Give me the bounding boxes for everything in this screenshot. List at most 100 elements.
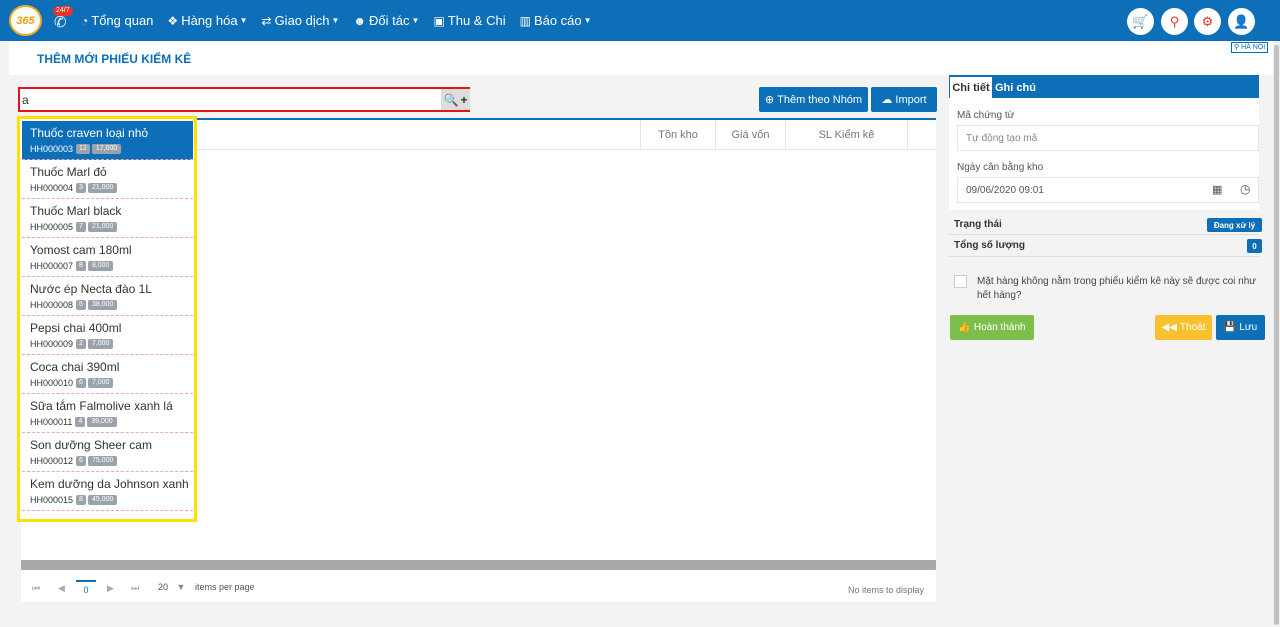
users-icon: ☻: [353, 13, 367, 28]
last-page-icon[interactable]: ⏭: [131, 583, 139, 594]
complete-label: Hoàn thành: [973, 322, 1026, 333]
location-button[interactable]: ⚲: [1161, 8, 1188, 35]
product-name: Son dưỡng Sheer cam: [30, 438, 152, 452]
nav-giao-dich[interactable]: ⇄ Giao dịch ▼: [262, 13, 340, 28]
date-label: Ngày cân bằng kho: [957, 162, 1044, 173]
nav-label: Hàng hóa: [181, 13, 238, 28]
nav-bao-cao[interactable]: ▥ Báo cáo ▼: [520, 13, 592, 28]
product-name: Nước ép Necta đào 1L: [30, 282, 152, 296]
suggestion-item[interactable]: Thuốc Marl đỏ HH000004 3 21,000: [22, 160, 193, 199]
settings-button[interactable]: ⚙: [1194, 8, 1221, 35]
caret-down-icon: ▼: [331, 16, 340, 25]
product-name: Yomost cam 180ml: [30, 243, 132, 257]
items-per-page-label: items per page: [195, 582, 255, 592]
location-icon: ⚲: [1169, 13, 1180, 29]
nav-thu-chi[interactable]: ▣ Thu & Chi: [433, 13, 505, 28]
tab-chi-tiet[interactable]: Chi tiết: [950, 77, 992, 98]
horizontal-scrollbar[interactable]: [21, 560, 936, 570]
floppy-icon: 💾: [1223, 322, 1237, 333]
nav-label: Tổng quan: [91, 13, 154, 28]
product-search-input[interactable]: [22, 91, 440, 108]
add-group-label: Thêm theo Nhóm: [777, 93, 863, 106]
stock-badge: 2: [76, 339, 86, 349]
product-code: HH000008: [30, 300, 74, 310]
suggestion-item[interactable]: Yomost cam 180ml HH000007 8 8,000: [22, 238, 193, 277]
suggestion-item[interactable]: Pepsi chai 400ml HH000009 2 7,000: [22, 316, 193, 355]
nav-hang-hoa[interactable]: ❖ Hàng hóa ▼: [167, 13, 247, 28]
backward-icon: ◀◀: [1161, 322, 1177, 333]
nav-tong-quan[interactable]: ◔ Tổng quan: [81, 13, 153, 28]
grid-pager: ⏮ ◀ 0 ▶ ⏭ 20 ▼ items per page No items t…: [21, 572, 936, 604]
search-suggestions: Thuốc craven loại nhỏ HH000003 12 17,000 T…: [17, 116, 197, 522]
prev-page-icon[interactable]: ◀: [58, 583, 65, 594]
current-page[interactable]: 0: [76, 580, 96, 598]
exit-button[interactable]: ◀◀ Thoát: [1155, 315, 1212, 340]
divider: [949, 234, 1259, 235]
out-of-stock-checkbox[interactable]: [954, 275, 967, 288]
add-by-group-button[interactable]: ⊕ Thêm theo Nhóm: [759, 87, 868, 112]
suggestion-item[interactable]: Kem dưỡng da Johnson xanh HH000015 8 45,00…: [22, 472, 193, 511]
stock-badge: 8: [76, 495, 86, 505]
product-name: Thuốc Marl black: [30, 204, 122, 218]
col-ton-kho[interactable]: Tồn kho: [640, 120, 715, 150]
page-size-select[interactable]: 20 ▼: [158, 582, 185, 592]
scrollbar-thumb[interactable]: [1274, 45, 1279, 625]
suggestion-item[interactable]: Thuốc craven loại nhỏ HH000003 12 17,000: [22, 121, 193, 160]
user-button[interactable]: 👤: [1228, 8, 1255, 35]
suggestion-item[interactable]: Sữa tắm Falmolive xanh lá HH000011 4 39,00…: [22, 394, 193, 433]
suggestion-item[interactable]: Thuốc Marl black HH000005 7 21,000: [22, 199, 193, 238]
import-label: Import: [895, 93, 927, 106]
product-code: HH000004: [30, 183, 74, 193]
first-page-icon[interactable]: ⏮: [32, 583, 40, 594]
logo[interactable]: 365: [9, 5, 42, 36]
voucher-input[interactable]: Tự động tạo mã: [957, 125, 1259, 151]
page-size-value: 20: [158, 582, 169, 592]
stock-badge: 6: [76, 378, 86, 388]
col-gia-von[interactable]: Giá vốn: [715, 120, 785, 150]
import-button[interactable]: ☁ Import: [871, 87, 937, 112]
gear-icon: ⚙: [1201, 13, 1214, 29]
stock-badge: 3: [76, 183, 86, 193]
page-header: THÊM MỚI PHIẾU KIỂM KÊ: [9, 41, 1273, 75]
page-scrollbar[interactable]: [1273, 41, 1280, 627]
plus-circle-icon: ⊕: [764, 94, 775, 106]
product-name: Thuốc Marl đỏ: [30, 165, 107, 179]
user-icon: 👤: [1233, 13, 1250, 29]
stock-badge: 6: [76, 456, 86, 466]
chevron-down-icon: ▼: [176, 582, 186, 592]
suggestion-item[interactable]: Coca chai 390ml HH000010 6 7,000: [22, 355, 193, 394]
col-sl-kiem-ke[interactable]: SL Kiểm kê: [785, 120, 907, 150]
product-code: HH000009: [30, 339, 74, 349]
price-badge: 21,000: [87, 183, 118, 193]
nav-doi-tac[interactable]: ☻ Đối tác ▼: [353, 13, 419, 28]
search-add-button[interactable]: 🔍 +: [441, 89, 470, 110]
product-search-box: 🔍+: [18, 87, 470, 112]
suggestion-item[interactable]: Son dưỡng Sheer cam HH000012 6 75,000: [22, 433, 193, 472]
top-navbar: 365 ✆ 24/7 ◔ Tổng quan ❖ Hàng hóa ▼ ⇄ Giao d…: [0, 0, 1280, 41]
stock-badge: 8: [76, 261, 86, 271]
suggestion-item[interactable]: Nước ép Necta đào 1L HH000008 5 38,000: [22, 277, 193, 316]
save-label: Lưu: [1239, 322, 1258, 333]
total-badge: 0: [1247, 239, 1262, 253]
calendar-icon[interactable]: ▦: [1212, 183, 1222, 196]
next-page-icon[interactable]: ▶: [107, 583, 114, 594]
clock-icon[interactable]: ◷: [1240, 182, 1250, 196]
stock-badge: 5: [76, 300, 86, 310]
tab-ghi-chu[interactable]: Ghi chú: [995, 77, 1036, 98]
save-button[interactable]: 💾 Lưu: [1216, 315, 1265, 340]
cloud-upload-icon: ☁: [881, 94, 893, 106]
price-badge: 7,000: [87, 378, 114, 388]
plus-icon: +: [460, 92, 468, 107]
cart-button[interactable]: 🛒: [1127, 8, 1154, 35]
voucher-placeholder: Tự động tạo mã: [966, 132, 1038, 144]
complete-button[interactable]: 👍 Hoàn thành: [950, 315, 1034, 340]
date-input[interactable]: 09/06/2020 09:01 ▦ ◷: [957, 177, 1259, 203]
region-label: HÀ NỘI: [1241, 44, 1266, 51]
dashboard-icon: ◔: [81, 13, 89, 28]
price-badge: 17,000: [91, 144, 122, 154]
caret-down-icon: ▼: [411, 16, 420, 25]
detail-form: Mã chứng từ Tự động tạo mã Ngày cân bằng…: [949, 98, 1259, 210]
caret-down-icon: ▼: [239, 16, 248, 25]
bar-chart-icon: ▥: [519, 13, 531, 28]
empty-label: No items to display: [847, 585, 924, 595]
